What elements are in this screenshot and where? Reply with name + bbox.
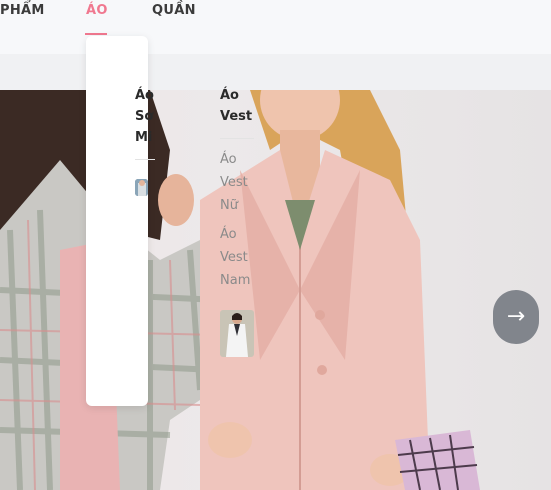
- menu-link-vest-nam[interactable]: Áo Vest Nam: [220, 223, 258, 292]
- product-thumbnail-so-mi[interactable]: [135, 179, 148, 196]
- product-thumbnail-vest[interactable]: [220, 310, 254, 357]
- slider-next-button[interactable]: →: [493, 290, 539, 344]
- top-navigation: PHẨM ÁO QUẦN: [0, 0, 551, 54]
- nav-active-underline: [85, 33, 107, 35]
- sub-header-strip: [0, 54, 551, 90]
- arrow-right-icon: →: [506, 304, 526, 329]
- menu-column-divider: [220, 138, 254, 139]
- hero-image: [0, 90, 551, 490]
- nav-item-san-pham[interactable]: PHẨM: [0, 3, 45, 18]
- nav-item-quan[interactable]: QUẦN: [152, 3, 196, 18]
- menu-column-ao-vest: Áo Vest Áo Vest Nữ Áo Vest Nam: [220, 85, 258, 292]
- menu-link-vest-nu[interactable]: Áo Vest Nữ: [220, 148, 258, 217]
- nav-item-ao[interactable]: ÁO: [86, 3, 108, 18]
- hero-banner: →: [0, 90, 551, 490]
- menu-column-divider: [135, 159, 155, 160]
- menu-column-ao-so-mi: Áo Sơ Mi: [135, 85, 171, 169]
- menu-column-title[interactable]: Áo Vest: [220, 85, 258, 127]
- dropdown-mega-menu: Áo Sơ Mi: [86, 36, 155, 406]
- menu-column-title[interactable]: Áo Sơ Mi: [135, 85, 171, 148]
